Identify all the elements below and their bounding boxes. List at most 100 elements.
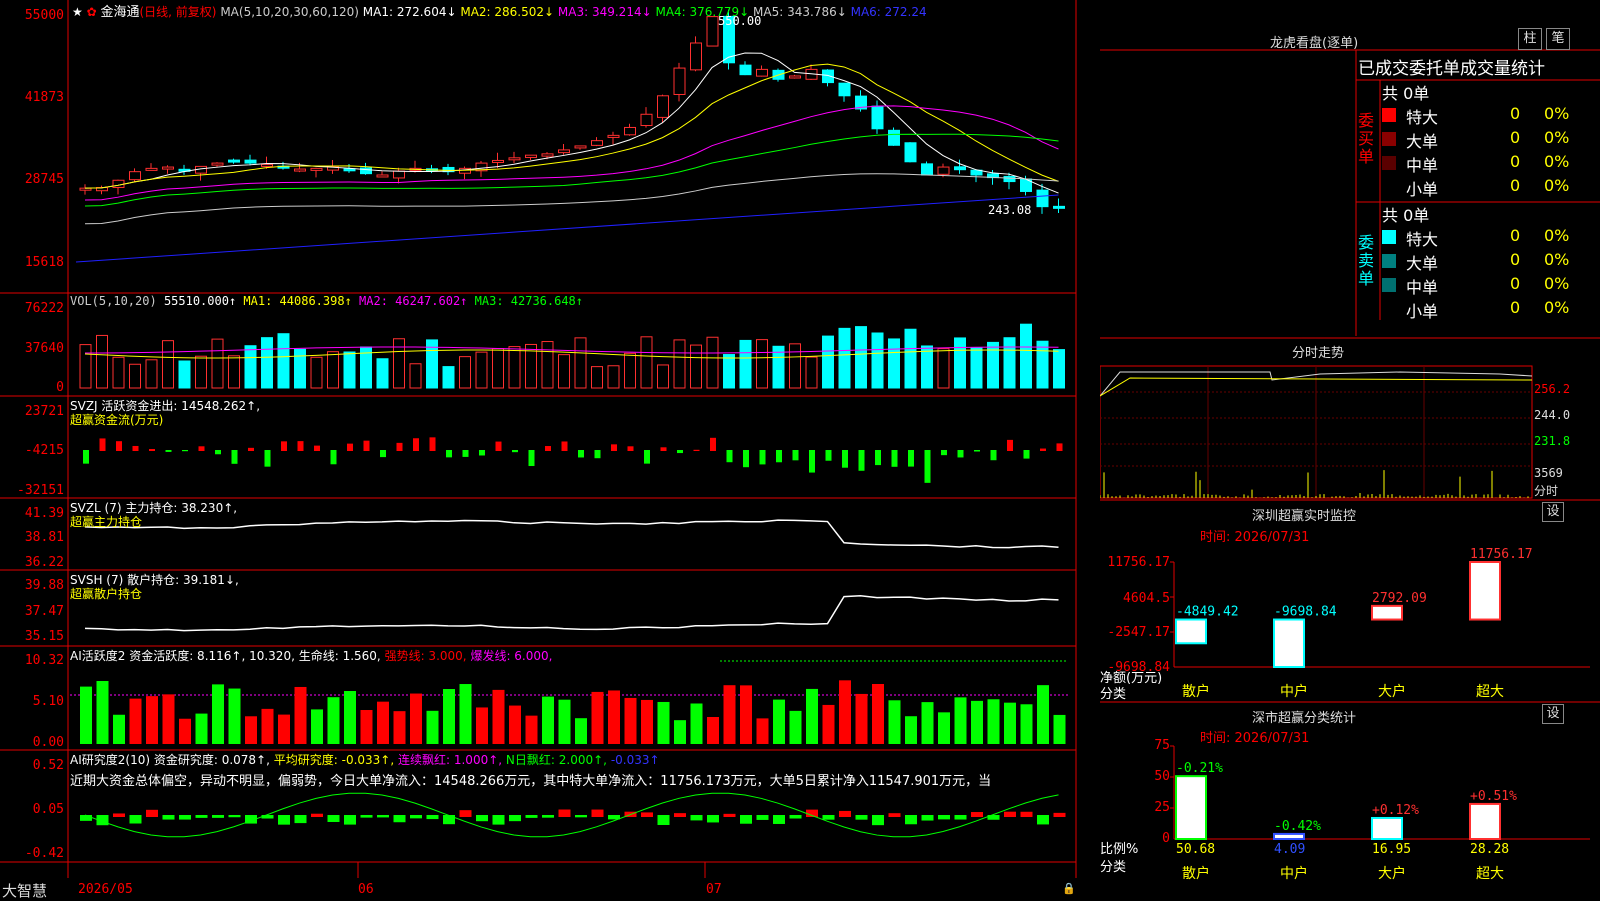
pen-view-button[interactable]: 笔 <box>1546 28 1570 50</box>
monitor-bar-label: 2792.09 <box>1372 591 1427 606</box>
order-row-name: 特大 <box>1406 230 1439 249</box>
intraday-title: 分时走势 <box>1292 346 1345 361</box>
fund-flow-bar <box>578 450 584 458</box>
activity-bar <box>839 680 851 744</box>
ai2-axis-tick: 0.52 <box>32 758 64 773</box>
star-icon[interactable]: ★ <box>72 5 83 19</box>
activity-bar <box>443 689 455 744</box>
volume-bar <box>1053 349 1065 389</box>
ai2-nred: N日飘红: 2.000↑, <box>505 753 607 767</box>
fund-flow-bar <box>116 441 122 451</box>
date-tick: 06 <box>358 882 374 897</box>
research-bar <box>459 810 472 817</box>
volume-bar <box>624 352 636 389</box>
stat-axis-tick: 25 <box>1154 800 1170 815</box>
volume-bar <box>244 345 257 389</box>
vol-axis-tick: 37640 <box>24 341 64 356</box>
candle-body <box>921 163 933 176</box>
volume-bar <box>591 366 603 389</box>
research-bar <box>344 815 356 825</box>
candle-body <box>211 162 224 166</box>
activity-bar <box>872 683 884 744</box>
candle-body <box>904 142 917 163</box>
kline-chart-svg[interactable] <box>0 0 1100 878</box>
stat-category-label: 大户 <box>1378 865 1406 882</box>
research-bar <box>278 815 290 825</box>
volume-bar <box>822 335 834 389</box>
volume-bar <box>459 356 471 389</box>
activity-bar <box>954 697 967 744</box>
ai2-summary-text: 近期大资金总体偏空，异动不明显，偏弱势，今日大单净流入：14548.266万元，… <box>70 774 992 789</box>
monitor-bar <box>1469 561 1501 621</box>
activity-bar <box>129 698 142 744</box>
fund-flow-bar <box>759 450 766 465</box>
ai2-axis-tick: -0.42 <box>24 846 64 861</box>
fund-flow-bar <box>248 447 254 451</box>
candle-body <box>558 149 570 154</box>
stat-value-label: 28.28 <box>1470 842 1509 857</box>
eye-icon[interactable]: ✿ <box>87 5 97 19</box>
stat-value-label: 50.68 <box>1176 842 1215 857</box>
fund-flow-bar <box>710 437 716 451</box>
activity-bar <box>971 700 983 744</box>
candle-body <box>756 68 768 77</box>
intraday-axis-tick: 分时 <box>1534 484 1559 498</box>
candle-body <box>739 64 752 76</box>
svsh-axis-tick: 37.47 <box>24 604 64 619</box>
candle-body <box>706 16 719 47</box>
volume-bar <box>789 343 801 389</box>
svsh-axis-tick: 35.15 <box>24 629 64 644</box>
research-bar <box>773 815 785 824</box>
fund-flow-bar <box>165 450 172 452</box>
research-bar <box>723 813 736 817</box>
sz-monitor-title: 深圳超赢实时监控 <box>1252 509 1357 524</box>
bar-view-button[interactable]: 柱 <box>1518 28 1542 50</box>
candle-body <box>838 82 851 97</box>
research-bar <box>261 815 274 819</box>
candle-body <box>1036 189 1049 208</box>
research-bar <box>443 815 455 825</box>
stat-ylabel: 比例% <box>1100 842 1139 857</box>
fund-flow-bar <box>858 450 865 471</box>
activity-bar <box>542 696 554 744</box>
research-bar <box>129 815 142 824</box>
volume-bar <box>508 346 521 389</box>
research-bar <box>558 809 571 817</box>
activity-bar <box>921 702 934 744</box>
candle-body <box>954 166 966 171</box>
volume-bar <box>393 338 405 389</box>
ai2-axis-tick: 0.05 <box>32 802 64 817</box>
svzl-axis-tick: 38.81 <box>24 530 64 545</box>
stock-name: 金海通 <box>100 5 140 20</box>
stat-category-label: 超大 <box>1476 866 1504 882</box>
order-row-count: 0 <box>1510 250 1521 269</box>
sz-stat-settings-button[interactable]: 设 <box>1542 704 1564 724</box>
research-bar <box>195 815 208 818</box>
kline-chart-area[interactable]: ★ ✿ 金海通(日线, 前复权) MA(5,10,20,30,60,120) M… <box>0 0 1100 878</box>
fund-flow-bar <box>83 450 89 464</box>
volume-bar <box>195 355 207 389</box>
fund-flow-bar <box>908 450 914 467</box>
activity-bar <box>789 710 802 744</box>
volume-bar <box>112 356 125 389</box>
fund-flow-bar <box>132 445 139 451</box>
date-tick: 2026/05 <box>78 882 133 897</box>
price-axis-tick: 41873 <box>24 90 64 105</box>
volume-bar <box>409 363 422 389</box>
fund-flow-bar <box>842 450 848 468</box>
activity-bar <box>492 689 505 744</box>
activity-bar <box>360 710 373 744</box>
order-row-name: 大单 <box>1406 132 1439 151</box>
sz-monitor-settings-button[interactable]: 设 <box>1542 502 1564 522</box>
candle-body <box>162 166 174 170</box>
lock-icon[interactable]: 🔒 <box>1062 882 1076 895</box>
svsh-sub-label: 超赢散户持仓 <box>70 587 143 601</box>
fund-flow-bar <box>330 450 337 465</box>
fund-flow-bar <box>429 437 436 451</box>
activity-bar <box>228 688 241 744</box>
svzl-axis-tick: 36.22 <box>24 555 64 570</box>
volume-bar <box>607 365 620 389</box>
activity-bar <box>855 693 868 744</box>
monitor-category-label: 大户 <box>1378 683 1406 700</box>
research-bar <box>1037 815 1049 825</box>
